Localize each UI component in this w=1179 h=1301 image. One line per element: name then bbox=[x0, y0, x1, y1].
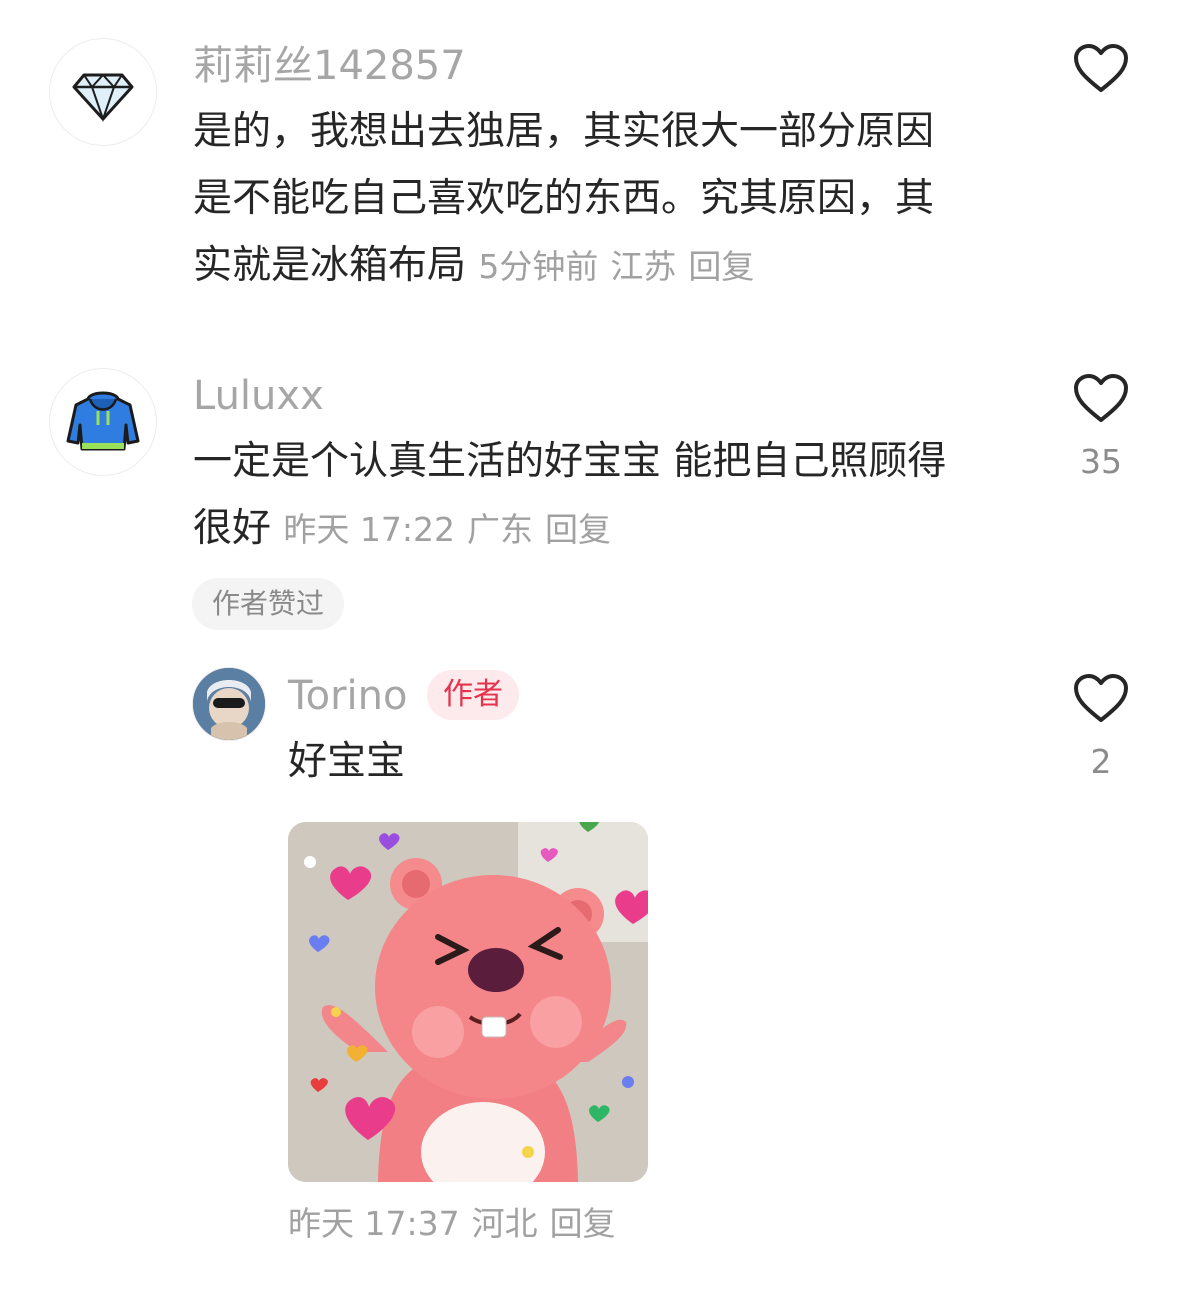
username[interactable]: Torino bbox=[288, 672, 408, 720]
reply-link[interactable]: 回复 bbox=[550, 1204, 616, 1243]
avatar[interactable] bbox=[49, 38, 157, 146]
location: 河北 bbox=[471, 1204, 538, 1243]
avatar[interactable] bbox=[49, 368, 157, 476]
comment-line: 一定是个认真生活的好宝宝 能把自己照顾得 bbox=[193, 439, 947, 484]
heart-icon[interactable] bbox=[1073, 44, 1129, 94]
comment-line: 很好 昨天 17:22 广东 回复 bbox=[193, 495, 1023, 563]
timestamp: 5分钟前 bbox=[478, 247, 599, 286]
heart-icon[interactable] bbox=[1073, 674, 1129, 724]
reply-link[interactable]: 回复 bbox=[688, 247, 754, 286]
comment-text: 一定是个认真生活的好宝宝 能把自己照顾得 很好 昨天 17:22 广东 回复 bbox=[193, 428, 1023, 563]
like-count: 35 bbox=[1080, 442, 1122, 481]
timestamp: 昨天 17:22 bbox=[283, 510, 456, 549]
comment-line: 是的，我想出去独居，其实很大一部分原因 bbox=[193, 109, 935, 154]
timestamp: 昨天 17:37 bbox=[288, 1204, 460, 1243]
comment-meta: 5分钟前 江苏 回复 bbox=[478, 247, 766, 286]
comment-meta: 昨天 17:22 广东 回复 bbox=[283, 510, 623, 549]
avatar-photo-icon bbox=[193, 668, 265, 740]
hoodie-icon bbox=[66, 391, 140, 451]
diamond-icon bbox=[72, 73, 134, 123]
reply-text: 好宝宝 bbox=[288, 739, 406, 784]
avatar[interactable] bbox=[192, 667, 266, 741]
comment-text: 是的，我想出去独居，其实很大一部分原因 是不能吃自己喜欢吃的东西。究其原因，其 … bbox=[193, 98, 1023, 300]
location: 江苏 bbox=[610, 247, 677, 286]
location: 广东 bbox=[467, 510, 534, 549]
reply-link[interactable]: 回复 bbox=[545, 510, 611, 549]
username[interactable]: Luluxx bbox=[193, 372, 324, 420]
like-count: 2 bbox=[1090, 742, 1112, 781]
comment-line: 是不能吃自己喜欢吃的东西。究其原因，其 bbox=[193, 176, 935, 221]
author-liked-chip: 作者赞过 bbox=[192, 578, 345, 630]
heart-icon[interactable] bbox=[1073, 374, 1129, 424]
sticker-image bbox=[288, 822, 648, 1182]
reply-meta: 昨天 17:37 河北 回复 bbox=[288, 1200, 628, 1248]
author-badge: 作者 bbox=[427, 670, 519, 720]
comment-line: 实就是冰箱布局 5分钟前 江苏 回复 bbox=[193, 232, 1023, 300]
pink-beaver-sticker[interactable] bbox=[288, 822, 648, 1182]
username[interactable]: 莉莉丝142857 bbox=[193, 42, 466, 90]
